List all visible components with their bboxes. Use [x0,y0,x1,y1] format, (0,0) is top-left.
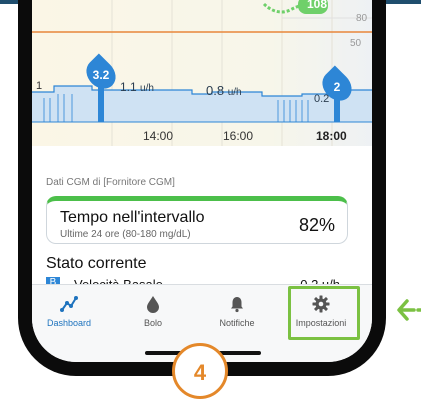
tab-label: Notifiche [219,318,255,328]
chart-line-icon [60,296,78,312]
x-tick-label: 16:00 [223,129,254,143]
tab-label: Bolo [143,318,162,328]
bolus-marker-value: 2 [333,80,341,94]
tir-title: Tempo nell'intervallo [60,209,205,226]
step-number: 4 [193,360,207,385]
tab-notifications[interactable]: Notifiche [202,287,272,337]
time-in-range-card[interactable]: Tempo nell'intervallo Ultime 24 ore (80-… [46,196,348,244]
y-tick-label: 50 [350,38,362,49]
tab-dashboard[interactable]: Dashboard [34,287,104,337]
current-status-heading: Stato corrente [46,255,147,272]
x-tick-label: 18:00 [316,129,347,143]
cgm-value-label: 108 [307,0,328,11]
drop-icon [147,296,159,313]
chart-canvas [32,0,372,146]
pointer-arrow-icon [397,299,421,321]
glucose-chart[interactable]: 108 80 50 1 3.2 2 1.1 u/h 0.8 u/h 0.2 14… [32,0,372,146]
basal-rate-label: 0.8 u/h [206,83,242,98]
step-number-badge: 4 [172,343,228,399]
tab-bolus[interactable]: Bolo [118,287,188,337]
tab-label: Dashboard [46,318,92,328]
settings-highlight-box [288,286,360,340]
tir-subtitle: Ultime 24 ore (80-180 mg/dL) [60,229,191,240]
basal-rate-value: 0.2 [314,93,330,105]
cgm-source-text: Dati CGM di [Fornitore CGM] [46,177,175,188]
basal-rate-unit: u/h [227,87,242,98]
basal-rate-value: 1.1 [120,80,137,94]
tir-value: 82% [298,215,335,235]
x-tick-label: 14:00 [143,129,174,143]
basal-rate-label: 0.2 [314,93,329,105]
chart-left-edge-label: 1 [36,80,43,92]
chart-background [32,0,372,146]
y-tick-label: 80 [356,13,368,24]
basal-rate-unit: u/h [140,83,154,94]
bell-icon [231,297,243,313]
basal-rate-value: 0.8 [206,83,225,98]
bolus-marker-value: 3.2 [92,68,110,82]
basal-rate-label: 1.1 u/h [120,80,154,94]
